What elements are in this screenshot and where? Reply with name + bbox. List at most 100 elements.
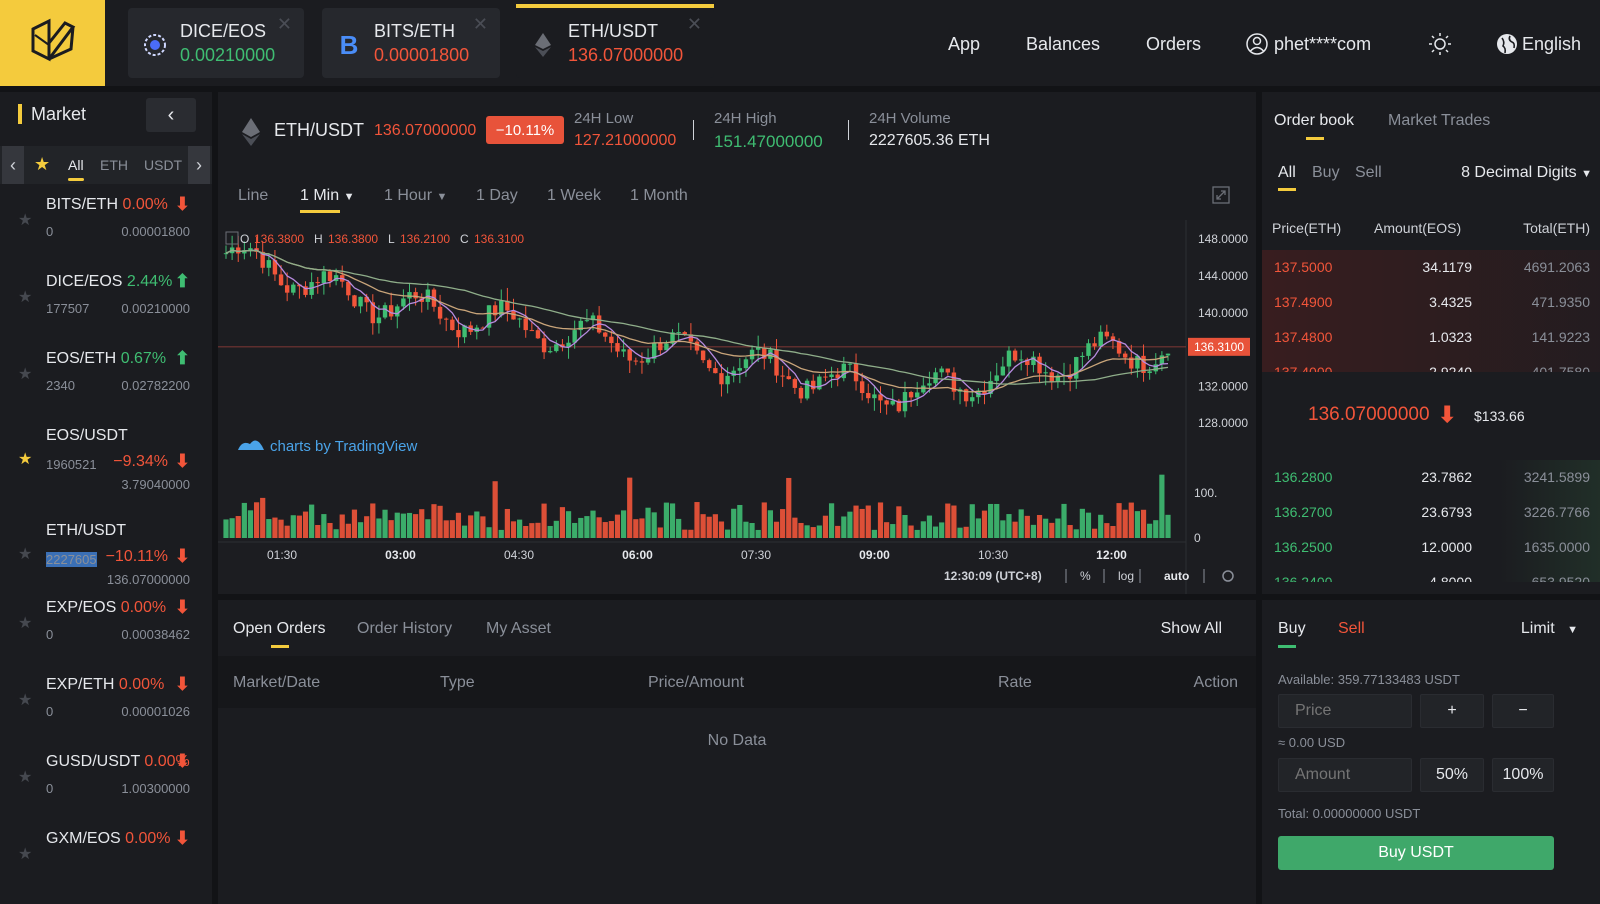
- volume-bar: [327, 522, 333, 538]
- low-value: 127.21000000: [574, 132, 677, 149]
- volume-bar: [859, 508, 865, 538]
- volume-bar: [871, 529, 877, 538]
- theme-toggle[interactable]: [1428, 32, 1452, 61]
- bid-row[interactable]: 136.2800 23.7862 3241.5899: [1262, 460, 1600, 495]
- close-icon[interactable]: ✕: [687, 14, 702, 35]
- close-icon[interactable]: ✕: [473, 14, 488, 35]
- price-decrement-button[interactable]: −: [1492, 694, 1554, 728]
- favorite-star-icon[interactable]: ★: [18, 544, 32, 564]
- logo[interactable]: [0, 0, 105, 86]
- interval-1hour[interactable]: 1 Hour ▼: [384, 187, 447, 205]
- ask-row[interactable]: 137.4000 2.9240 401.7580: [1262, 355, 1600, 372]
- bid-row[interactable]: 136.2700 23.6793 3226.7766: [1262, 495, 1600, 530]
- candle-body: [1092, 343, 1097, 347]
- ob-filter-sell[interactable]: Sell: [1355, 164, 1382, 182]
- collapse-sidebar-button[interactable]: ‹: [146, 98, 196, 132]
- filter-all[interactable]: All: [68, 157, 84, 181]
- price-chart[interactable]: 148.0000 144.0000 140.0000 132.0000 128.0000…: [218, 220, 1256, 594]
- volume-bar: [963, 526, 969, 538]
- favorite-star-icon[interactable]: ★: [18, 287, 32, 307]
- arrow-up-icon: ⬆: [174, 271, 190, 291]
- nav-orders[interactable]: Orders: [1146, 34, 1201, 55]
- market-price: 0.00210000: [121, 301, 190, 316]
- tab-order-history[interactable]: Order History: [357, 620, 452, 638]
- favorite-star-icon[interactable]: ★: [18, 364, 32, 384]
- tab-pair-name: BITS/ETH: [374, 21, 456, 41]
- pair-tab-bits-eth[interactable]: B BITS/ETH 0.00001800 ✕: [322, 8, 500, 78]
- buy-usdt-button[interactable]: Buy USDT: [1278, 836, 1554, 870]
- market-pair: GXM/EOS: [46, 830, 121, 847]
- volume-bar: [743, 521, 749, 538]
- favorite-star-icon[interactable]: ★: [18, 767, 32, 787]
- amount-100-button[interactable]: 100%: [1492, 758, 1554, 792]
- row-total: 141.9223: [1531, 329, 1590, 345]
- volume-bar: [376, 518, 382, 538]
- volume-bar: [761, 502, 767, 538]
- favorites-star-icon[interactable]: ★: [34, 154, 50, 175]
- favorite-star-icon[interactable]: ★: [18, 210, 32, 230]
- favorite-star-icon[interactable]: ★: [18, 844, 32, 864]
- filter-usdt[interactable]: USDT: [144, 157, 182, 173]
- tab-open-orders[interactable]: Open Orders: [233, 620, 325, 648]
- candle-body: [395, 306, 400, 317]
- nav-user[interactable]: phet****com: [1246, 33, 1371, 55]
- tab-market-trades[interactable]: Market Trades: [1388, 112, 1490, 130]
- volume-bar: [382, 509, 388, 538]
- price-increment-button[interactable]: +: [1420, 694, 1484, 728]
- ask-row[interactable]: 137.4900 3.4325 471.9350: [1262, 285, 1600, 320]
- amount-input[interactable]: [1278, 758, 1412, 792]
- ob-filter-buy[interactable]: Buy: [1312, 164, 1340, 182]
- nav-balances[interactable]: Balances: [1026, 34, 1100, 55]
- interval-1month[interactable]: 1 Month: [630, 187, 688, 205]
- volume-bar: [620, 510, 627, 538]
- favorite-star-icon[interactable]: ★: [18, 449, 32, 469]
- ask-row[interactable]: 137.5000 34.1179 4691.2063: [1262, 250, 1600, 285]
- volume-bar: [547, 525, 553, 538]
- interval-1day[interactable]: 1 Day: [476, 187, 518, 205]
- volume-bar: [884, 522, 890, 538]
- volume-bar: [1073, 529, 1079, 538]
- tab-buy[interactable]: Buy: [1278, 620, 1306, 648]
- favorite-star-icon[interactable]: ★: [18, 690, 32, 710]
- candle-body: [456, 330, 461, 338]
- favorite-star-icon[interactable]: ★: [18, 613, 32, 633]
- filter-eth[interactable]: ETH: [100, 157, 128, 173]
- bid-row[interactable]: 136.2500 12.0000 1635.0000: [1262, 530, 1600, 565]
- nav-app[interactable]: App: [948, 34, 980, 55]
- arrow-down-icon: ⬇: [174, 597, 190, 617]
- close-icon[interactable]: ✕: [277, 14, 292, 35]
- interval-1week[interactable]: 1 Week: [547, 187, 601, 205]
- fullscreen-icon[interactable]: [1212, 186, 1230, 209]
- market-change: 0.00%: [118, 676, 165, 693]
- tab-order-book[interactable]: Order book: [1274, 112, 1354, 140]
- order-type-select[interactable]: Limit ▼: [1521, 620, 1578, 638]
- tab-sell[interactable]: Sell: [1338, 620, 1365, 638]
- decimal-digits-select[interactable]: 8 Decimal Digits ▼: [1461, 164, 1592, 182]
- volume-bar: [370, 503, 376, 538]
- ob-filter-all[interactable]: All: [1278, 164, 1296, 191]
- scroll-left-button[interactable]: ‹: [2, 146, 24, 184]
- bid-row[interactable]: 136.2400 4.8000 653.9520: [1262, 565, 1600, 582]
- amount-50-button[interactable]: 50%: [1420, 758, 1484, 792]
- volume-bar: [290, 515, 296, 538]
- language-selector[interactable]: English: [1496, 33, 1581, 55]
- ask-row[interactable]: 137.4800 1.0323 141.9223: [1262, 320, 1600, 355]
- arrow-down-icon: ⬇: [174, 828, 190, 848]
- interval-1min[interactable]: 1 Min ▼: [300, 187, 355, 213]
- volume-bar: [517, 519, 523, 538]
- candle-body: [1037, 356, 1042, 374]
- ma-line-fast: [225, 249, 1169, 403]
- tab-my-asset[interactable]: My Asset: [486, 620, 551, 638]
- caret-down-icon: ▼: [343, 191, 355, 203]
- chart-svg[interactable]: 148.0000 144.0000 140.0000 132.0000 128.0000…: [218, 220, 1256, 594]
- volume-bar: [908, 525, 914, 538]
- scroll-right-button[interactable]: ›: [188, 146, 210, 184]
- pair-tab-eth-usdt[interactable]: ETH/USDT 136.07000000 ✕: [516, 4, 714, 78]
- price-input[interactable]: [1278, 694, 1412, 728]
- bits-coin-icon: B: [339, 29, 359, 60]
- interval-line[interactable]: Line: [238, 187, 268, 205]
- show-all-link[interactable]: Show All: [1161, 620, 1222, 638]
- volume-bar: [798, 522, 804, 538]
- ma-line-mid: [225, 249, 1169, 393]
- pair-tab-dice-eos[interactable]: DICE/EOS 0.00210000 ✕: [128, 8, 304, 78]
